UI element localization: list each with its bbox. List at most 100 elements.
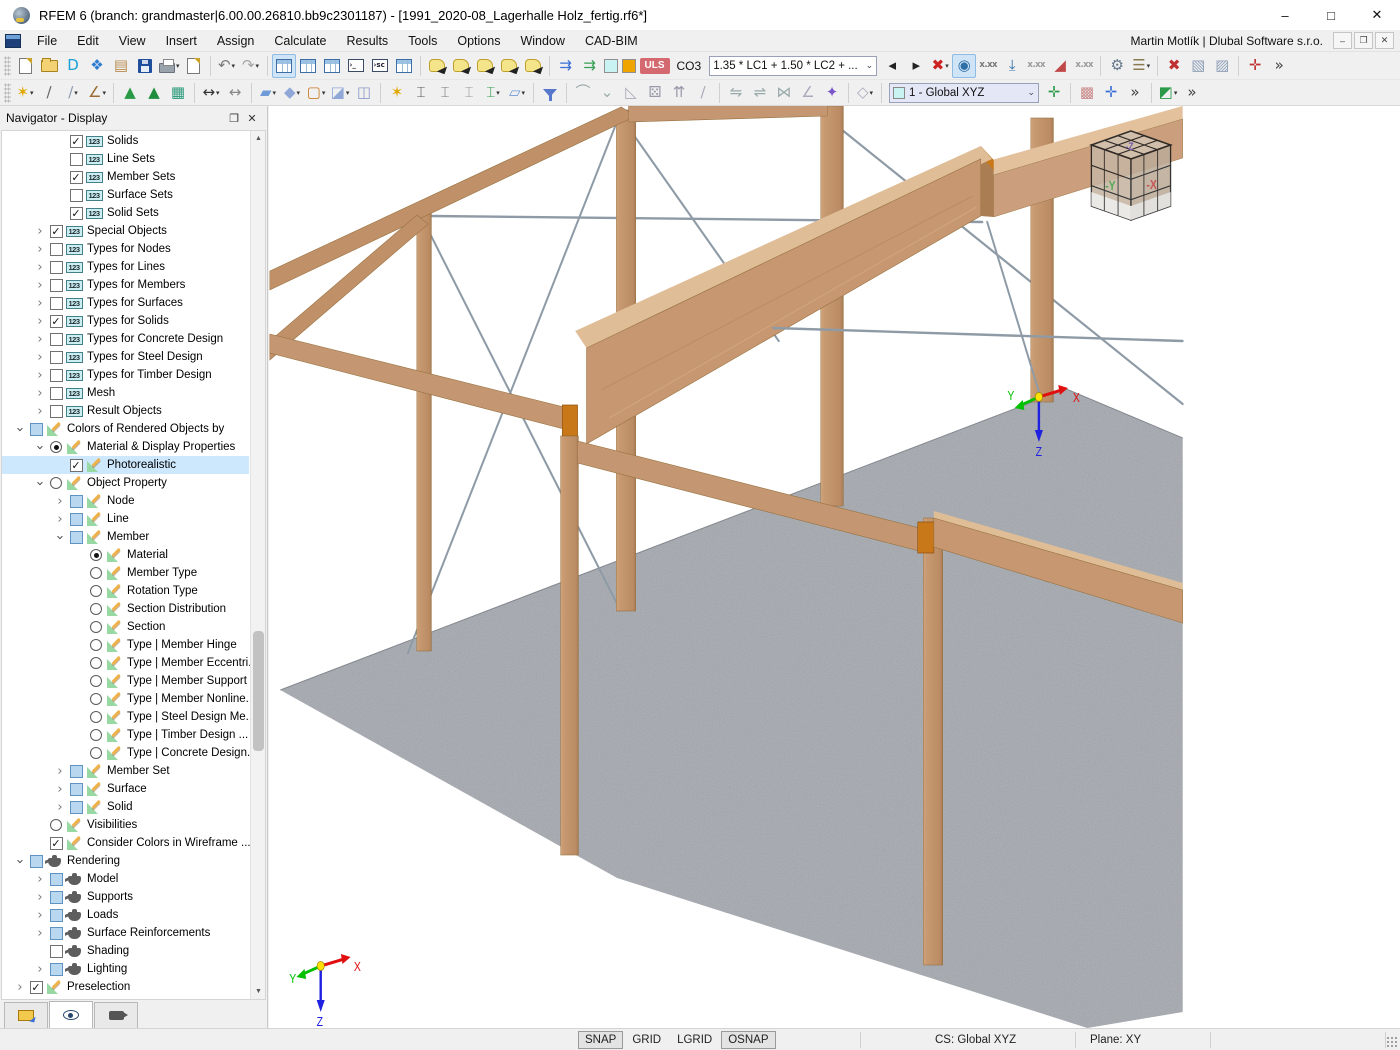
- tree-item-types-for-solids[interactable]: ›✓123Types for Solids: [2, 312, 249, 330]
- checkbox-checked[interactable]: ✓: [70, 171, 83, 184]
- checkbox-checked[interactable]: ✓: [70, 459, 83, 472]
- new-opening-button[interactable]: ▢▾: [304, 81, 328, 105]
- model-manager-button[interactable]: ❖: [85, 54, 109, 78]
- radio-unselected[interactable]: [90, 657, 102, 669]
- undo-dropdown-icon[interactable]: ▾: [232, 62, 236, 70]
- status-toggle-grid[interactable]: GRID: [625, 1031, 668, 1049]
- mdi-close-icon[interactable]: ✕: [1375, 32, 1394, 49]
- radio-unselected[interactable]: [50, 819, 62, 831]
- checkbox-unchecked[interactable]: [50, 243, 63, 256]
- mdi-child-icon[interactable]: [5, 34, 21, 48]
- status-toggle-snap[interactable]: SNAP: [578, 1031, 623, 1049]
- checkbox-partial[interactable]: [70, 513, 83, 526]
- tree-item-special-objects[interactable]: ›✓123Special Objects: [2, 222, 249, 240]
- radio-unselected[interactable]: [90, 639, 102, 651]
- new-polyline-dropdown-icon[interactable]: ▾: [102, 89, 106, 97]
- print-button[interactable]: ▾: [157, 54, 182, 78]
- checkbox-unchecked[interactable]: [50, 405, 63, 418]
- checkbox-unchecked[interactable]: [50, 279, 63, 292]
- tree-item-rendering[interactable]: ›Rendering: [2, 852, 249, 870]
- tree-item-type-member-support[interactable]: Type | Member Support: [2, 672, 249, 690]
- radio-unselected[interactable]: [90, 747, 102, 759]
- tree-item-surface[interactable]: ›Surface: [2, 780, 249, 798]
- save-with-package-button[interactable]: ▤: [109, 54, 133, 78]
- tree-item-consider-colors-in-wireframe[interactable]: ✓Consider Colors in Wireframe ...: [2, 834, 249, 852]
- panel-toggle-dropdown-icon[interactable]: ▾: [1174, 89, 1178, 97]
- new-model-button[interactable]: [13, 54, 37, 78]
- previous-load-case-button[interactable]: ◂: [880, 54, 904, 78]
- select-box-button[interactable]: [521, 54, 545, 78]
- tree-item-types-for-members[interactable]: ›123Types for Members: [2, 276, 249, 294]
- toolbar2-overflow-a-button[interactable]: »: [1123, 81, 1147, 105]
- tree-item-solid-sets[interactable]: ✓123Solid Sets: [2, 204, 249, 222]
- radio-unselected[interactable]: [50, 477, 62, 489]
- checkbox-unchecked[interactable]: [50, 297, 63, 310]
- new-solid-button[interactable]: ◆▾: [280, 81, 304, 105]
- mdi-minimize-icon[interactable]: –: [1333, 32, 1352, 49]
- radio-selected[interactable]: [90, 549, 102, 561]
- navigator-close-icon[interactable]: ✕: [243, 112, 261, 125]
- checkbox-partial[interactable]: [50, 909, 63, 922]
- connect-members-1-button[interactable]: ⇋: [724, 81, 748, 105]
- tree-item-type-member-eccentri[interactable]: Type | Member Eccentri...: [2, 654, 249, 672]
- tree-item-member-sets[interactable]: ✓123Member Sets: [2, 168, 249, 186]
- tree-item-surface-sets[interactable]: 123Surface Sets: [2, 186, 249, 204]
- tree-item-solid[interactable]: ›Solid: [2, 798, 249, 816]
- tree-item-member-type[interactable]: Member Type: [2, 564, 249, 582]
- checkbox-checked[interactable]: ✓: [30, 981, 43, 994]
- checkbox-unchecked[interactable]: [50, 387, 63, 400]
- wireframe-edit-dropdown-icon[interactable]: ▾: [870, 89, 874, 97]
- checkbox-partial[interactable]: [70, 765, 83, 778]
- checkbox-partial[interactable]: [50, 873, 63, 886]
- tree-item-visibilities[interactable]: Visibilities: [2, 816, 249, 834]
- tree-item-line-sets[interactable]: 123Line Sets: [2, 150, 249, 168]
- new-member-eccentricity-button[interactable]: ⌶: [433, 81, 457, 105]
- new-line-button[interactable]: ∕: [37, 81, 61, 105]
- close-button[interactable]: ✕: [1354, 0, 1400, 30]
- menu-file[interactable]: File: [27, 30, 67, 52]
- tree-item-type-steel-design-me[interactable]: Type | Steel Design Me...: [2, 708, 249, 726]
- scroll-up-icon[interactable]: ▲: [251, 131, 266, 146]
- show-deformations-button[interactable]: ⤓: [1000, 54, 1024, 78]
- new-line-support-button[interactable]: ▲: [142, 81, 166, 105]
- zoom-delete-button[interactable]: ✖: [1162, 54, 1186, 78]
- dimension-x-dropdown-icon[interactable]: ▾: [216, 89, 220, 97]
- checkbox-partial[interactable]: [70, 495, 83, 508]
- toolbar1-overflow-button[interactable]: »: [1267, 54, 1291, 78]
- member-rib-button[interactable]: ◺: [619, 81, 643, 105]
- tree-item-types-for-timber-design[interactable]: ›123Types for Timber Design: [2, 366, 249, 384]
- checkbox-partial[interactable]: [30, 855, 43, 868]
- new-node-dropdown-icon[interactable]: ▾: [30, 89, 34, 97]
- chevron-down-icon[interactable]: ›: [12, 426, 27, 431]
- tree-item-type-member-nonline[interactable]: Type | Member Nonline...: [2, 690, 249, 708]
- tree-item-photorealistic[interactable]: ✓Photorealistic: [2, 456, 249, 474]
- chevron-right-icon[interactable]: ›: [17, 980, 22, 995]
- transfer-loads-1-button[interactable]: ⇉: [554, 54, 578, 78]
- panel-toggle-button[interactable]: ◩▾: [1156, 81, 1180, 105]
- magic-wand-button[interactable]: ✦: [820, 81, 844, 105]
- navigator-tab-display[interactable]: [49, 1001, 93, 1028]
- radio-unselected[interactable]: [90, 585, 102, 597]
- menu-assign[interactable]: Assign: [207, 30, 265, 52]
- tree-item-model[interactable]: ›Model: [2, 870, 249, 888]
- menu-options[interactable]: Options: [447, 30, 510, 52]
- tree-item-type-concrete-design[interactable]: Type | Concrete Design...: [2, 744, 249, 762]
- checkbox-partial[interactable]: [70, 783, 83, 796]
- chevron-right-icon[interactable]: ›: [37, 242, 42, 257]
- checkbox-unchecked[interactable]: [70, 189, 83, 202]
- align-members-button[interactable]: ∠: [796, 81, 820, 105]
- connect-members-2-button[interactable]: ⇌: [748, 81, 772, 105]
- member-slope-button[interactable]: ∕: [691, 81, 715, 105]
- tree-item-shading[interactable]: Shading: [2, 942, 249, 960]
- tree-item-types-for-lines[interactable]: ›123Types for Lines: [2, 258, 249, 276]
- new-member-nonlinearity-dropdown-icon[interactable]: ▾: [496, 89, 500, 97]
- coordinate-system-combo-chevron-down-icon[interactable]: ⌄: [1023, 87, 1035, 98]
- chevron-right-icon[interactable]: ›: [37, 386, 42, 401]
- new-node-button[interactable]: ✶▾: [13, 81, 37, 105]
- tree-item-node[interactable]: ›Node: [2, 492, 249, 510]
- chevron-right-icon[interactable]: ›: [37, 908, 42, 923]
- checkbox-unchecked[interactable]: [50, 351, 63, 364]
- radio-unselected[interactable]: [90, 567, 102, 579]
- table-grid-button[interactable]: [296, 54, 320, 78]
- tree-item-types-for-steel-design[interactable]: ›123Types for Steel Design: [2, 348, 249, 366]
